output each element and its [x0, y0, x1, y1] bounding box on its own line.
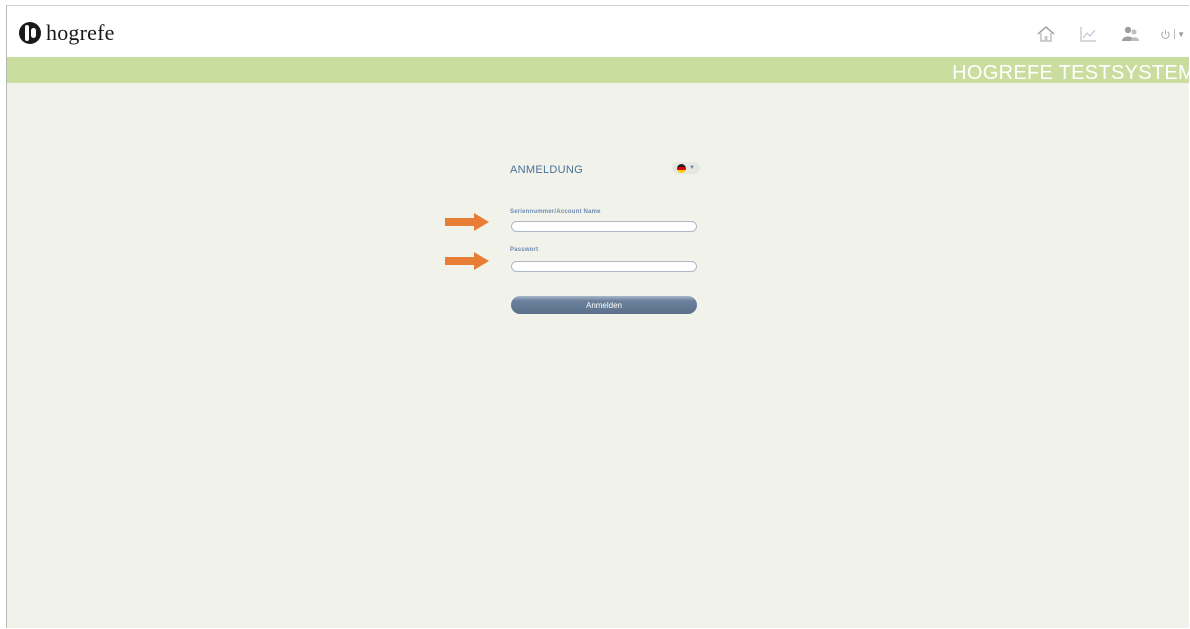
title-banner: HOGREFE TESTSYSTEM [7, 57, 1189, 84]
banner-title: HOGREFE TESTSYSTEM [952, 62, 1189, 84]
chart-icon[interactable] [1078, 24, 1098, 44]
logo-text: hogrefe [46, 20, 115, 45]
login-title: ANMELDUNG [510, 164, 583, 176]
header-toolbar: ▼ [1014, 24, 1189, 44]
home-icon[interactable] [1036, 24, 1056, 44]
hogrefe-logo-icon [19, 22, 41, 44]
chevron-down-icon: ▼ [689, 165, 695, 171]
users-icon[interactable] [1120, 24, 1140, 44]
password-input[interactable] [511, 261, 697, 272]
login-button[interactable]: Anmelden [511, 296, 697, 314]
arrow-right-icon [445, 252, 489, 270]
chevron-down-icon[interactable]: ▼ [1177, 30, 1185, 39]
arrow-right-icon [445, 213, 489, 231]
hogrefe-logo[interactable]: hogrefe [19, 20, 115, 46]
divider [1174, 29, 1176, 39]
de-flag-icon [677, 163, 687, 173]
top-header: hogrefe ▼ [7, 6, 1189, 57]
power-menu[interactable]: ▼ [1160, 29, 1185, 40]
power-icon[interactable] [1160, 29, 1171, 40]
account-label: Seriennummer/Account Name [510, 209, 601, 215]
password-label: Passwort [510, 247, 539, 253]
app-window: hogrefe ▼ HOGREFE TESTSYSTEM ANMELDUNG ▼… [6, 5, 1189, 628]
account-input[interactable] [511, 221, 697, 232]
language-selector[interactable]: ▼ [672, 162, 700, 174]
